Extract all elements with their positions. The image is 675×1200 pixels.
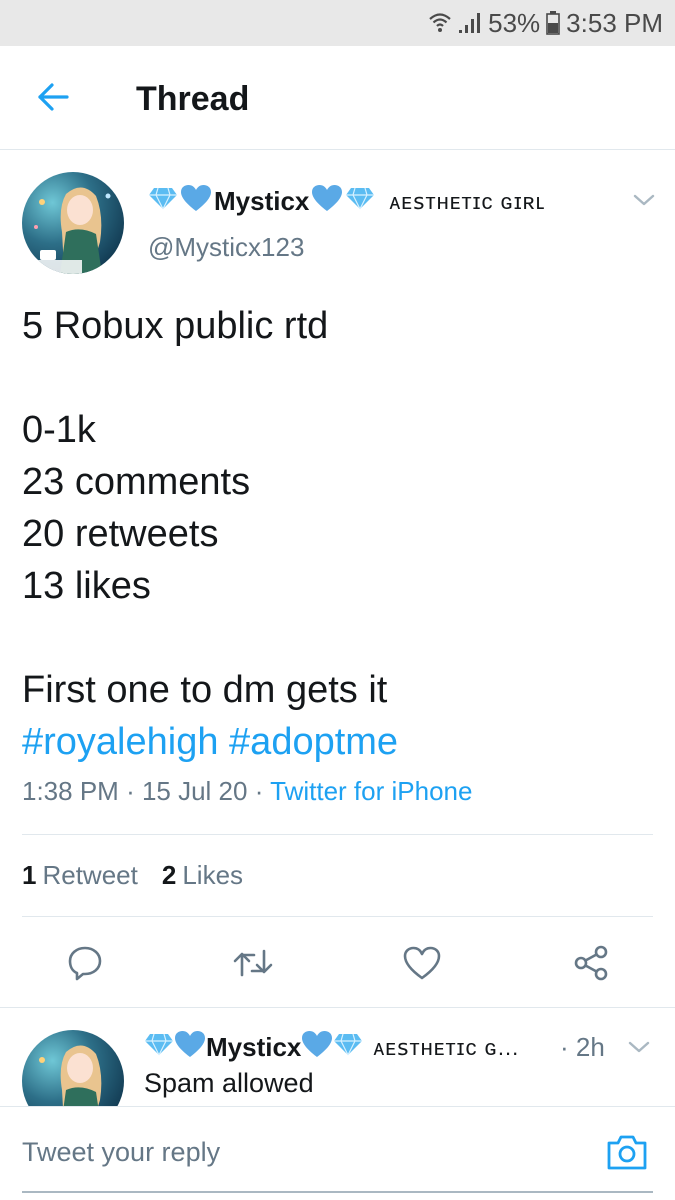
diamond-icon <box>148 186 178 217</box>
blue-heart-icon <box>174 1030 206 1065</box>
diamond-icon <box>144 1032 174 1063</box>
display-name-text: Mysticx <box>214 186 310 216</box>
hashtag-link[interactable]: #adoptme <box>229 721 398 763</box>
reply-icon <box>66 944 104 987</box>
tweet-source-link[interactable]: Twitter for iPhone <box>270 776 472 806</box>
meta-separator: · <box>126 776 142 806</box>
reply-time: · 2h <box>560 1032 605 1062</box>
tweet-menu-button[interactable] <box>630 188 658 212</box>
chevron-down-icon <box>626 1041 652 1062</box>
reply-composer: Tweet your reply <box>0 1106 675 1200</box>
blue-heart-icon <box>311 184 343 219</box>
divider <box>22 916 653 917</box>
share-button[interactable] <box>566 940 616 990</box>
back-button[interactable] <box>30 76 76 122</box>
reply-text: Spam allowed <box>144 1068 314 1098</box>
tweet-actions <box>0 940 675 990</box>
camera-icon <box>606 1135 648 1175</box>
divider <box>22 834 653 835</box>
avatar[interactable] <box>22 1030 124 1106</box>
hashtag-line: #royalehigh #adoptme <box>22 716 652 768</box>
retweet-count[interactable]: 1 Retweet <box>22 860 138 891</box>
diamond-icon <box>333 1032 363 1063</box>
tweet-line: 23 comments <box>22 461 251 503</box>
battery-percent: 53% <box>488 7 541 38</box>
share-icon <box>572 944 610 987</box>
chevron-down-icon <box>630 194 658 216</box>
hashtag-link[interactable]: #royalehigh <box>22 721 218 763</box>
signal-icon <box>458 11 482 35</box>
tweet-line: 13 likes <box>22 565 151 607</box>
like-button[interactable] <box>397 940 447 990</box>
tweet-line: First one to dm gets it <box>22 669 388 711</box>
reply-menu-button[interactable] <box>626 1036 652 1058</box>
clock: 3:53 PM <box>566 7 663 38</box>
name-decoration: ᴀᴇꜱᴛʜᴇᴛɪᴄ ɢ... <box>373 1034 520 1060</box>
main-tweet: Mysticx ᴀᴇꜱᴛʜᴇᴛɪᴄ ɢɪʀʟ @Mysticx123 5 Rob… <box>0 150 675 1008</box>
header: Thread <box>0 46 675 150</box>
like-count[interactable]: 2 Likes <box>162 860 243 891</box>
reply-display-name[interactable]: Mysticx ᴀᴇꜱᴛʜᴇᴛɪᴄ ɢ... <box>144 1030 519 1065</box>
wifi-icon <box>428 11 452 35</box>
battery-icon <box>546 11 560 35</box>
arrow-left-icon <box>36 82 70 117</box>
camera-button[interactable] <box>606 1133 652 1173</box>
tweet-time: 1:38 PM <box>22 776 119 806</box>
reply-button[interactable] <box>60 940 110 990</box>
tweet-meta: 1:38 PM · 15 Jul 20 · Twitter for iPhone <box>22 776 472 807</box>
meta-separator: · <box>254 776 271 806</box>
user-handle[interactable]: @Mysticx123 <box>148 232 304 263</box>
retweet-icon <box>232 945 274 986</box>
reply-tweet[interactable]: Mysticx ᴀᴇꜱᴛʜᴇᴛɪᴄ ɢ... · 2h Spam allowed <box>0 1008 675 1106</box>
display-name-text: Mysticx <box>206 1032 302 1062</box>
page-title: Thread <box>136 80 250 118</box>
display-name[interactable]: Mysticx ᴀᴇꜱᴛʜᴇᴛɪᴄ ɢɪʀʟ <box>148 184 545 219</box>
blue-heart-icon <box>301 1030 333 1065</box>
tweet-text: 5 Robux public rtd 0-1k 23 comments 20 r… <box>22 300 652 768</box>
tweet-stats: 1 Retweet 2 Likes <box>22 860 243 891</box>
retweet-button[interactable] <box>228 940 278 990</box>
avatar[interactable] <box>22 172 124 274</box>
blue-heart-icon <box>180 184 212 219</box>
name-decoration: ᴀᴇꜱᴛʜᴇᴛɪᴄ ɢɪʀʟ <box>389 188 546 214</box>
diamond-icon <box>345 186 375 217</box>
status-indicators: 53% 3:53 PM <box>428 8 663 38</box>
input-underline <box>22 1191 653 1193</box>
tweet-line: 0-1k <box>22 409 96 451</box>
tweet-date: 15 Jul 20 <box>141 776 248 806</box>
tweet-line: 5 Robux public rtd <box>22 305 329 347</box>
heart-icon <box>403 946 441 985</box>
tweet-line: 20 retweets <box>22 513 219 555</box>
status-bar: 53% 3:53 PM <box>0 0 675 46</box>
reply-input[interactable]: Tweet your reply <box>22 1137 220 1168</box>
